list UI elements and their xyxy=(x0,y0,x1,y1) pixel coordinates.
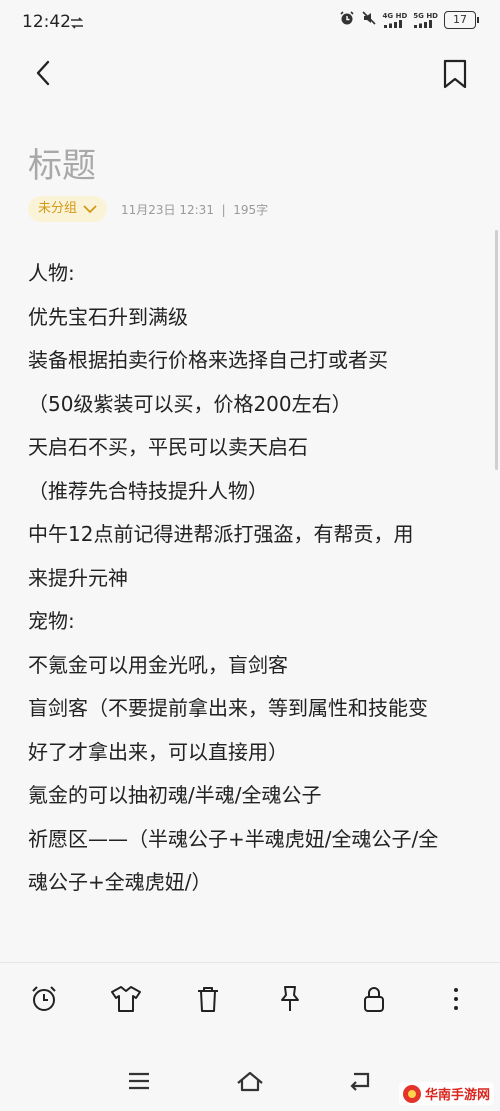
chevron-down-icon xyxy=(83,204,97,213)
top-nav xyxy=(0,46,500,102)
reminder-button[interactable] xyxy=(28,983,60,1015)
more-button[interactable] xyxy=(440,983,472,1015)
theme-button[interactable] xyxy=(110,983,142,1015)
note-line: 来提升元神 xyxy=(28,565,128,590)
watermark-text: 华南手游网 xyxy=(424,1088,490,1103)
note-line: 好了才拿出来，可以直接用） xyxy=(28,739,288,764)
status-bar: 12:42 4G HD 5G HD 17 xyxy=(0,0,500,46)
group-selector[interactable]: 未分组 xyxy=(28,196,108,222)
note-line: 宠物: xyxy=(28,609,75,633)
bookmark-icon xyxy=(443,59,467,89)
bookmark-button[interactable] xyxy=(440,58,470,90)
note-line: （50级紫装可以买，价格200左右） xyxy=(28,391,352,416)
watermark-logo-icon xyxy=(402,1084,421,1103)
note-title[interactable]: 标题 xyxy=(28,138,96,187)
back-arrow-icon xyxy=(36,60,50,86)
pin-button[interactable] xyxy=(274,983,306,1015)
note-line: 天启石不买，平民可以卖天启石 xyxy=(28,435,308,459)
signal-4g: 4G HD xyxy=(382,12,408,28)
note-meta: 未分组 11月23日 12:31 | 195字 xyxy=(28,196,268,222)
return-icon xyxy=(350,1072,370,1091)
note-line: 盲剑客（不要提前拿出来，等到属性和技能变 xyxy=(28,696,428,720)
watermark: 华南手游网 xyxy=(398,1082,494,1105)
group-label: 未分组 xyxy=(38,201,78,216)
lock-icon xyxy=(364,987,384,1012)
note-line: 魂公子+全魂虎妞/） xyxy=(28,870,212,894)
home-button[interactable] xyxy=(235,1068,265,1094)
status-time: 12:42 xyxy=(22,12,71,32)
status-icons: 4G HD 5G HD 17 xyxy=(339,10,479,30)
pin-icon xyxy=(281,986,299,1011)
back-button[interactable] xyxy=(30,58,60,88)
system-back-button[interactable] xyxy=(346,1068,376,1094)
battery-indicator: 17 xyxy=(444,11,479,29)
note-body[interactable]: 人物: 优先宝石升到满级 装备根据拍卖行价格来选择自己打或者买 （50级紫装可以… xyxy=(28,252,478,905)
home-icon xyxy=(237,1071,263,1092)
note-line: 中午12点前记得进帮派打强盗，有帮贡，用 xyxy=(28,522,414,546)
network-label-1: 4G HD xyxy=(382,12,408,20)
note-line: 祈愿区——（半魂公子+半魂虎妞/全魂公子/全 xyxy=(28,826,439,851)
note-line: 装备根据拍卖行价格来选择自己打或者买 xyxy=(28,348,388,372)
note-line: 不氪金可以用金光吼，盲剑客 xyxy=(28,652,288,677)
note-line: 人物: xyxy=(28,261,75,285)
lock-button[interactable] xyxy=(358,983,390,1015)
signal-5g: 5G HD xyxy=(413,12,438,28)
menu-icon xyxy=(129,1072,149,1090)
mute-icon xyxy=(361,10,377,30)
bottom-toolbar xyxy=(0,962,500,1035)
alarm-status-icon xyxy=(339,10,355,30)
more-icon xyxy=(454,988,458,1010)
network-label-2: 5G HD xyxy=(413,12,438,20)
note-line: 优先宝石升到满级 xyxy=(28,304,188,329)
delete-button[interactable] xyxy=(192,983,224,1015)
alarm-icon xyxy=(32,986,56,1011)
note-date-count: 11月23日 12:31 | 195字 xyxy=(121,202,269,217)
note-line: 氪金的可以抽初魂/半魂/全魂公子 xyxy=(28,783,322,807)
recents-button[interactable] xyxy=(124,1068,154,1094)
shirt-icon xyxy=(111,986,141,1012)
sync-icon xyxy=(70,14,84,33)
note-line: （推荐先合特技提升人物） xyxy=(28,478,268,503)
trash-icon xyxy=(198,987,218,1012)
scrollbar[interactable] xyxy=(495,230,498,470)
